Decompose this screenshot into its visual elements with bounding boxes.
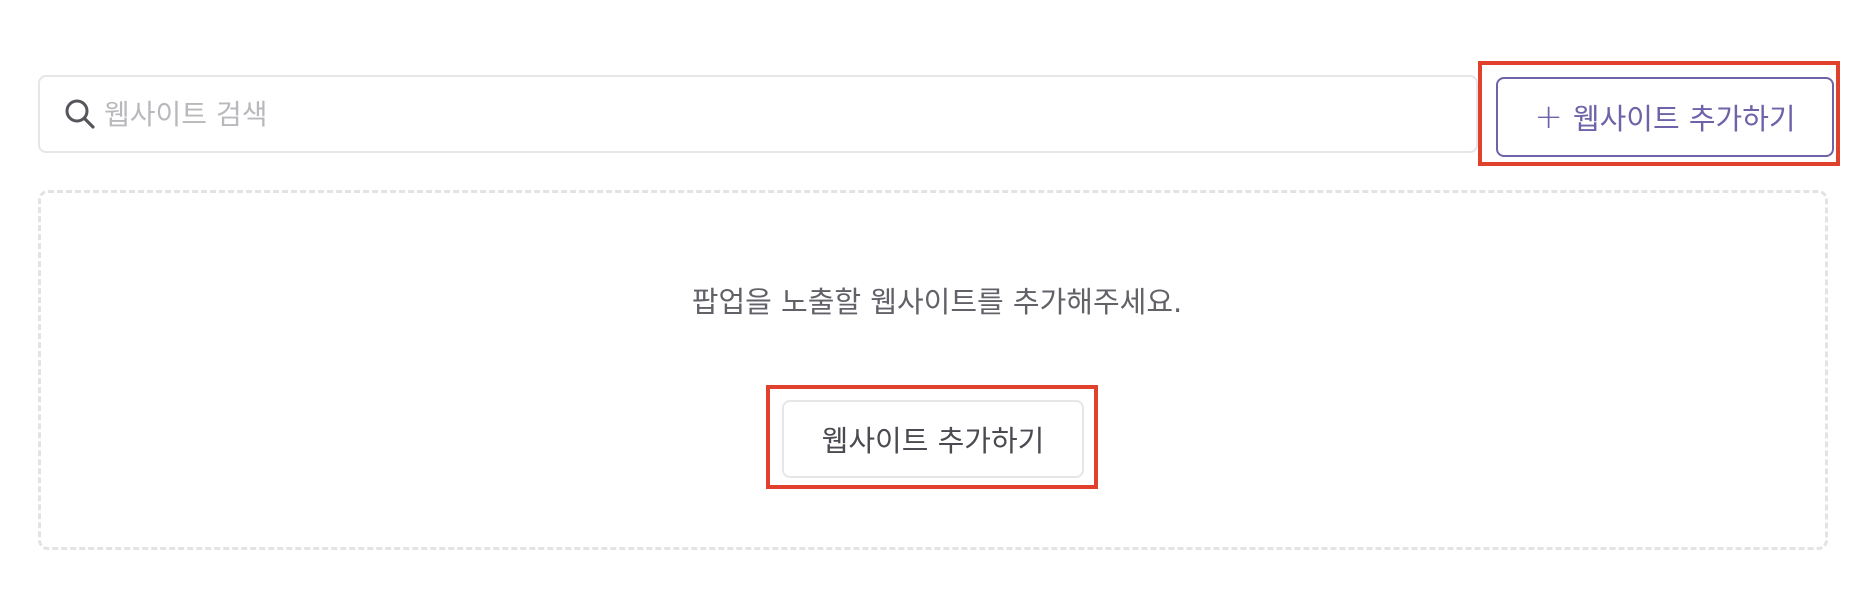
search-input[interactable] xyxy=(104,77,1476,151)
add-website-button-label: 웹사이트 추가하기 xyxy=(1572,102,1796,136)
plus-icon: + xyxy=(1534,97,1563,137)
search-icon xyxy=(65,99,95,129)
empty-state-add-website-label: 웹사이트 추가하기 xyxy=(821,424,1045,458)
empty-state-panel xyxy=(38,190,1828,550)
page: + 웹사이트 추가하기 팝업을 노출할 웹사이트를 추가해주세요. 웹사이트 추… xyxy=(0,0,1874,606)
add-website-button[interactable]: + 웹사이트 추가하기 xyxy=(1496,77,1834,157)
empty-state-add-website-button[interactable]: 웹사이트 추가하기 xyxy=(782,400,1084,478)
highlight-frame-center-add: 웹사이트 추가하기 xyxy=(766,385,1098,489)
highlight-frame-top-add: + 웹사이트 추가하기 xyxy=(1478,61,1840,166)
search-box[interactable] xyxy=(38,75,1478,153)
empty-state-message: 팝업을 노출할 웹사이트를 추가해주세요. xyxy=(691,285,1183,319)
